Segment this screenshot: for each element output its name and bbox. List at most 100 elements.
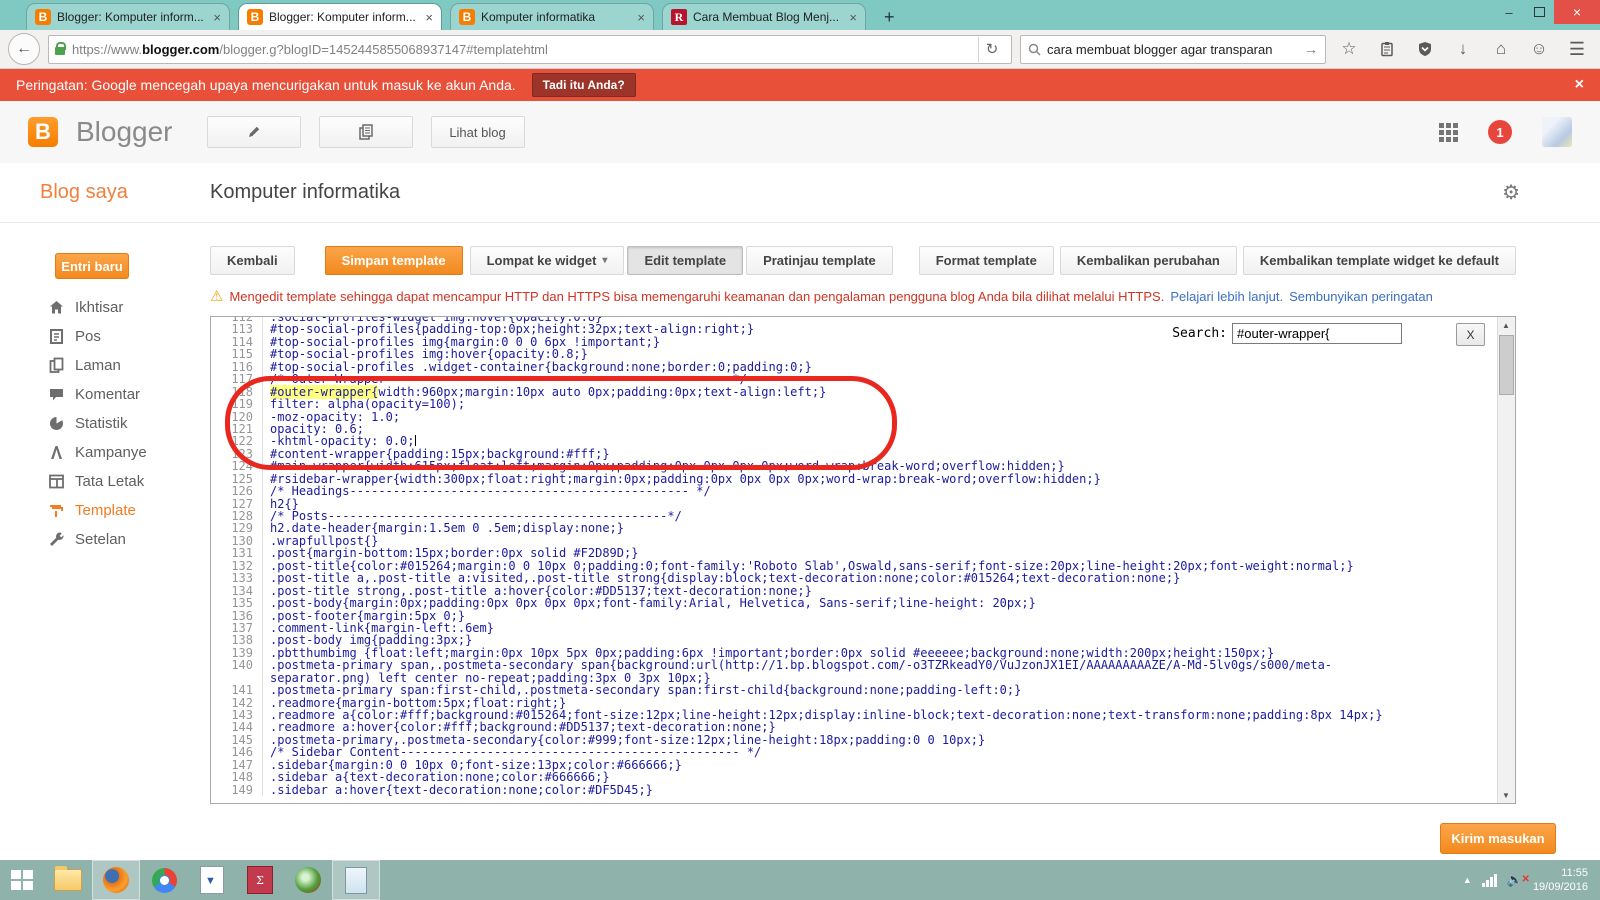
code-line: 126/* Headings--------------------------… — [211, 485, 1498, 498]
taskbar-clock[interactable]: 11:55 19/09/2016 — [1533, 866, 1588, 894]
menu-hamburger-icon[interactable]: ☰ — [1562, 34, 1592, 64]
minimize-button[interactable]: – — [1494, 0, 1524, 24]
new-entry-button[interactable]: Entri baru — [55, 253, 129, 279]
my-blog-label[interactable]: Blog saya — [0, 181, 210, 204]
view-blog-button[interactable]: Lihat blog — [430, 116, 525, 148]
sidebar-item-ikhtisar[interactable]: Ikhtisar — [0, 293, 210, 322]
search-bar[interactable]: cara membuat blogger agar transparan → — [1020, 34, 1326, 64]
gear-icon[interactable]: ⚙ — [1502, 180, 1520, 205]
home-icon[interactable]: ⌂ — [1486, 34, 1516, 64]
url-bar[interactable]: https://www.blogger.com/blogger.g?blogID… — [48, 34, 1012, 64]
blogger-logo-icon[interactable]: B — [28, 117, 58, 147]
bookmark-star-icon[interactable]: ☆ — [1334, 34, 1364, 64]
jump-to-widget-button[interactable]: Lompat ke widget ▾ — [469, 246, 625, 275]
volume-muted-icon[interactable]: 🔈 ✕ — [1507, 872, 1530, 888]
taskbar-media-app-icon[interactable] — [284, 860, 332, 900]
sidebar-item-setelan[interactable]: Setelan — [0, 525, 210, 554]
notification-badge[interactable]: 1 — [1488, 120, 1512, 144]
new-tab-button[interactable]: + — [874, 7, 905, 30]
editor-search-close-button[interactable]: X — [1456, 323, 1485, 346]
warning-message: Peringatan: Google mencegah upaya mencur… — [16, 77, 516, 93]
tab-close-icon[interactable]: × — [849, 10, 857, 25]
sidebar-item-pos[interactable]: Pos — [0, 322, 210, 351]
tab-blog-view[interactable]: B Komputer informatika × — [450, 3, 654, 30]
hidden-icons-arrow[interactable]: ▲ — [1463, 875, 1472, 885]
learn-more-link[interactable]: Pelajari lebih lanjut. — [1170, 289, 1283, 304]
taskbar-stats-app-icon[interactable]: Σ — [236, 860, 284, 900]
clipboard-glyph — [1381, 42, 1393, 57]
editor-scrollbar[interactable]: ▲ ▼ — [1497, 317, 1515, 803]
code-lines[interactable]: 112 .social-profiles-widget img:hover{opa… — [211, 317, 1498, 803]
sidebar-item-komentar[interactable]: Komentar — [0, 380, 210, 409]
search-query[interactable]: cara membuat blogger agar transparan — [1047, 42, 1298, 57]
sidebar-item-tata-letak[interactable]: Tata Letak — [0, 467, 210, 496]
avatar[interactable] — [1542, 117, 1572, 147]
tab-close-icon[interactable]: × — [213, 10, 221, 25]
security-warning-bar: Peringatan: Google mencegah upaya mencur… — [0, 69, 1600, 101]
warning-close-icon[interactable]: × — [1575, 76, 1584, 94]
clipboard-icon[interactable] — [1372, 34, 1402, 64]
was-it-you-button[interactable]: Tadi itu Anda? — [531, 73, 636, 97]
maximize-button[interactable] — [1524, 0, 1554, 24]
code-line: 133 .post-title a,.post-title a:visited,.… — [211, 572, 1498, 585]
google-apps-icon[interactable] — [1439, 122, 1458, 142]
r-favicon-icon: R — [671, 9, 687, 25]
editor-search-input[interactable] — [1232, 323, 1402, 344]
tab-blogger-1[interactable]: B Blogger: Komputer inform... × — [26, 3, 230, 30]
shield-glyph — [1419, 42, 1431, 56]
restore-default-button[interactable]: Kembalikan template widget ke default — [1242, 246, 1516, 275]
save-template-button[interactable]: Simpan template — [324, 246, 463, 275]
blogger-brand: Blogger — [76, 116, 173, 147]
reload-icon[interactable]: ↻ — [978, 36, 1005, 62]
back-template-button[interactable]: Kembali — [210, 246, 295, 275]
hide-warning-link[interactable]: Sembunyikan peringatan — [1289, 289, 1433, 304]
preview-template-button[interactable]: Pratinjau template — [746, 246, 893, 275]
layout-icon — [48, 473, 65, 490]
pocket-shield-icon[interactable] — [1410, 34, 1440, 64]
maximize-icon — [1533, 7, 1545, 17]
code-line: 117/* Outer Wrapper---------------------… — [211, 373, 1498, 386]
revert-changes-button[interactable]: Kembalikan perubahan — [1059, 246, 1237, 275]
campaign-icon — [48, 444, 65, 461]
text-caret — [414, 435, 416, 447]
sidebar-item-template[interactable]: Template — [0, 496, 210, 525]
scroll-down-icon[interactable]: ▼ — [1498, 787, 1514, 803]
code-line: 138 .post-body img{padding:3px;} — [211, 634, 1498, 647]
scrollbar-thumb[interactable] — [1499, 335, 1514, 395]
code-line: 149 .sidebar a:hover{text-decoration:none… — [211, 783, 1498, 796]
content-area: Entri baru Ikhtisar Pos Laman Komentar S… — [0, 223, 1600, 892]
post-list-button[interactable] — [318, 116, 413, 148]
sidebar-item-statistik[interactable]: Statistik — [0, 409, 210, 438]
scroll-up-icon[interactable]: ▲ — [1498, 317, 1514, 333]
network-icon[interactable] — [1481, 873, 1497, 887]
start-button[interactable] — [0, 860, 44, 900]
https-lock-icon[interactable] — [55, 42, 66, 55]
taskbar-chrome-icon[interactable] — [140, 860, 188, 900]
clock-time: 11:55 — [1561, 867, 1588, 879]
taskbar-explorer-icon[interactable] — [44, 860, 92, 900]
edit-template-button[interactable]: Edit template — [627, 246, 744, 275]
tab-cara-membuat[interactable]: R Cara Membuat Blog Menj... × — [662, 3, 866, 30]
tab-blogger-2-active[interactable]: B Blogger: Komputer inform... × — [238, 3, 442, 30]
tab-close-icon[interactable]: × — [637, 10, 645, 25]
back-button[interactable]: ← — [8, 33, 40, 65]
template-code-editor[interactable]: 112 .social-profiles-widget img:hover{opa… — [210, 316, 1516, 804]
hello-smiley-icon[interactable]: ☺ — [1524, 34, 1554, 64]
sidebar-item-laman[interactable]: Laman — [0, 351, 210, 380]
tab-close-icon[interactable]: × — [425, 10, 433, 25]
downloads-icon[interactable]: ↓ — [1448, 34, 1478, 64]
url-text[interactable]: https://www.blogger.com/blogger.g?blogID… — [72, 42, 971, 57]
format-template-button[interactable]: Format template — [918, 246, 1054, 275]
blogger-favicon-icon: B — [35, 9, 51, 25]
taskbar-firefox-icon[interactable] — [92, 860, 140, 900]
code-line: 140 .postmeta-primary span,.postmeta-seco… — [211, 659, 1498, 672]
send-feedback-button[interactable]: Kirim masukan — [1440, 823, 1556, 854]
new-post-button[interactable] — [206, 116, 301, 148]
search-go-icon[interactable]: → — [1304, 41, 1318, 57]
taskbar-notepad-icon[interactable] — [332, 860, 380, 900]
close-button[interactable]: × — [1554, 0, 1600, 24]
code-line: 131 .post{margin-bottom:15px;border:0px s… — [211, 547, 1498, 560]
editor-search-bar: Search: — [1169, 322, 1405, 345]
taskbar-document-app-icon[interactable] — [188, 860, 236, 900]
sidebar-item-kampanye[interactable]: Kampanye — [0, 438, 210, 467]
